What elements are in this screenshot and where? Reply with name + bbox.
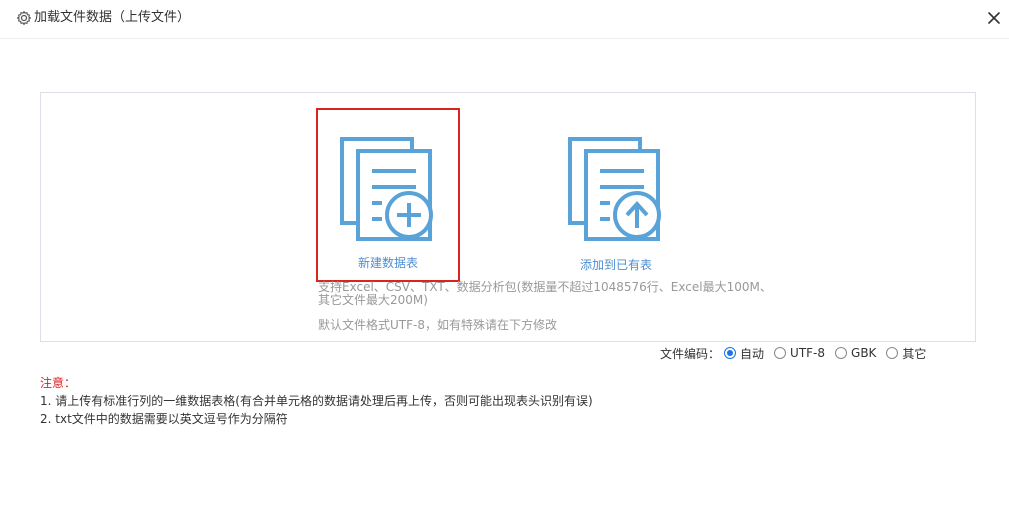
encoding-radio-auto[interactable]: 自动	[724, 345, 764, 362]
upload-dialog: 加载文件数据（上传文件） 新建数据表 添加到已有表 支持Excel、CSV、TX…	[0, 0, 1009, 517]
new-table-option[interactable]: 新建数据表	[316, 108, 460, 282]
dialog-title: 加载文件数据（上传文件）	[34, 10, 191, 25]
radio-unchecked-icon	[835, 347, 848, 359]
radio-checked-icon	[724, 347, 737, 359]
new-table-label: 新建数据表	[357, 256, 418, 270]
append-table-option[interactable]: 添加到已有表	[546, 110, 686, 276]
supported-formats-text: 支持Excel、CSV、TXT、数据分析包(数据量不超过1048576行、Exc…	[318, 281, 788, 307]
supported-formats-line2: 其它文件最大200M)	[318, 293, 428, 307]
note-item: 1. 请上传有标准行列的一维数据表格(有合并单元格的数据请处理后再上传，否则可能…	[40, 394, 593, 408]
notes-title: 注意：	[40, 376, 77, 390]
encoding-option-label: GBK	[851, 346, 877, 360]
encoding-option-label: 其它	[902, 346, 927, 361]
encoding-radio-gbk[interactable]: GBK	[835, 346, 876, 360]
encoding-selector: 文件编码： 自动 UTF-8 GBK 其它	[660, 344, 936, 362]
encoding-option-label: 自动	[740, 346, 765, 361]
default-format-text: 默认文件格式UTF-8，如有特殊请在下方修改	[318, 318, 557, 332]
note-item: 2. txt文件中的数据需要以英文逗号作为分隔符	[40, 412, 288, 426]
dialog-header: 加载文件数据（上传文件）	[0, 0, 1009, 39]
gear-icon	[16, 10, 32, 26]
notes-section: 注意： 1. 请上传有标准行列的一维数据表格(有合并单元格的数据请处理后再上传，…	[40, 374, 593, 428]
encoding-option-label: UTF-8	[790, 346, 826, 360]
radio-unchecked-icon	[886, 347, 899, 359]
encoding-radio-other[interactable]: 其它	[886, 345, 926, 362]
radio-unchecked-icon	[774, 347, 787, 359]
encoding-label: 文件编码：	[660, 346, 721, 361]
upload-panel: 新建数据表 添加到已有表 支持Excel、CSV、TXT、数据分析包(数据量不超…	[40, 92, 976, 342]
encoding-radio-utf8[interactable]: UTF-8	[774, 346, 825, 360]
document-add-icon	[340, 137, 433, 241]
document-upload-icon	[568, 137, 661, 241]
close-icon[interactable]	[986, 10, 1002, 26]
append-table-label: 添加到已有表	[579, 258, 652, 272]
